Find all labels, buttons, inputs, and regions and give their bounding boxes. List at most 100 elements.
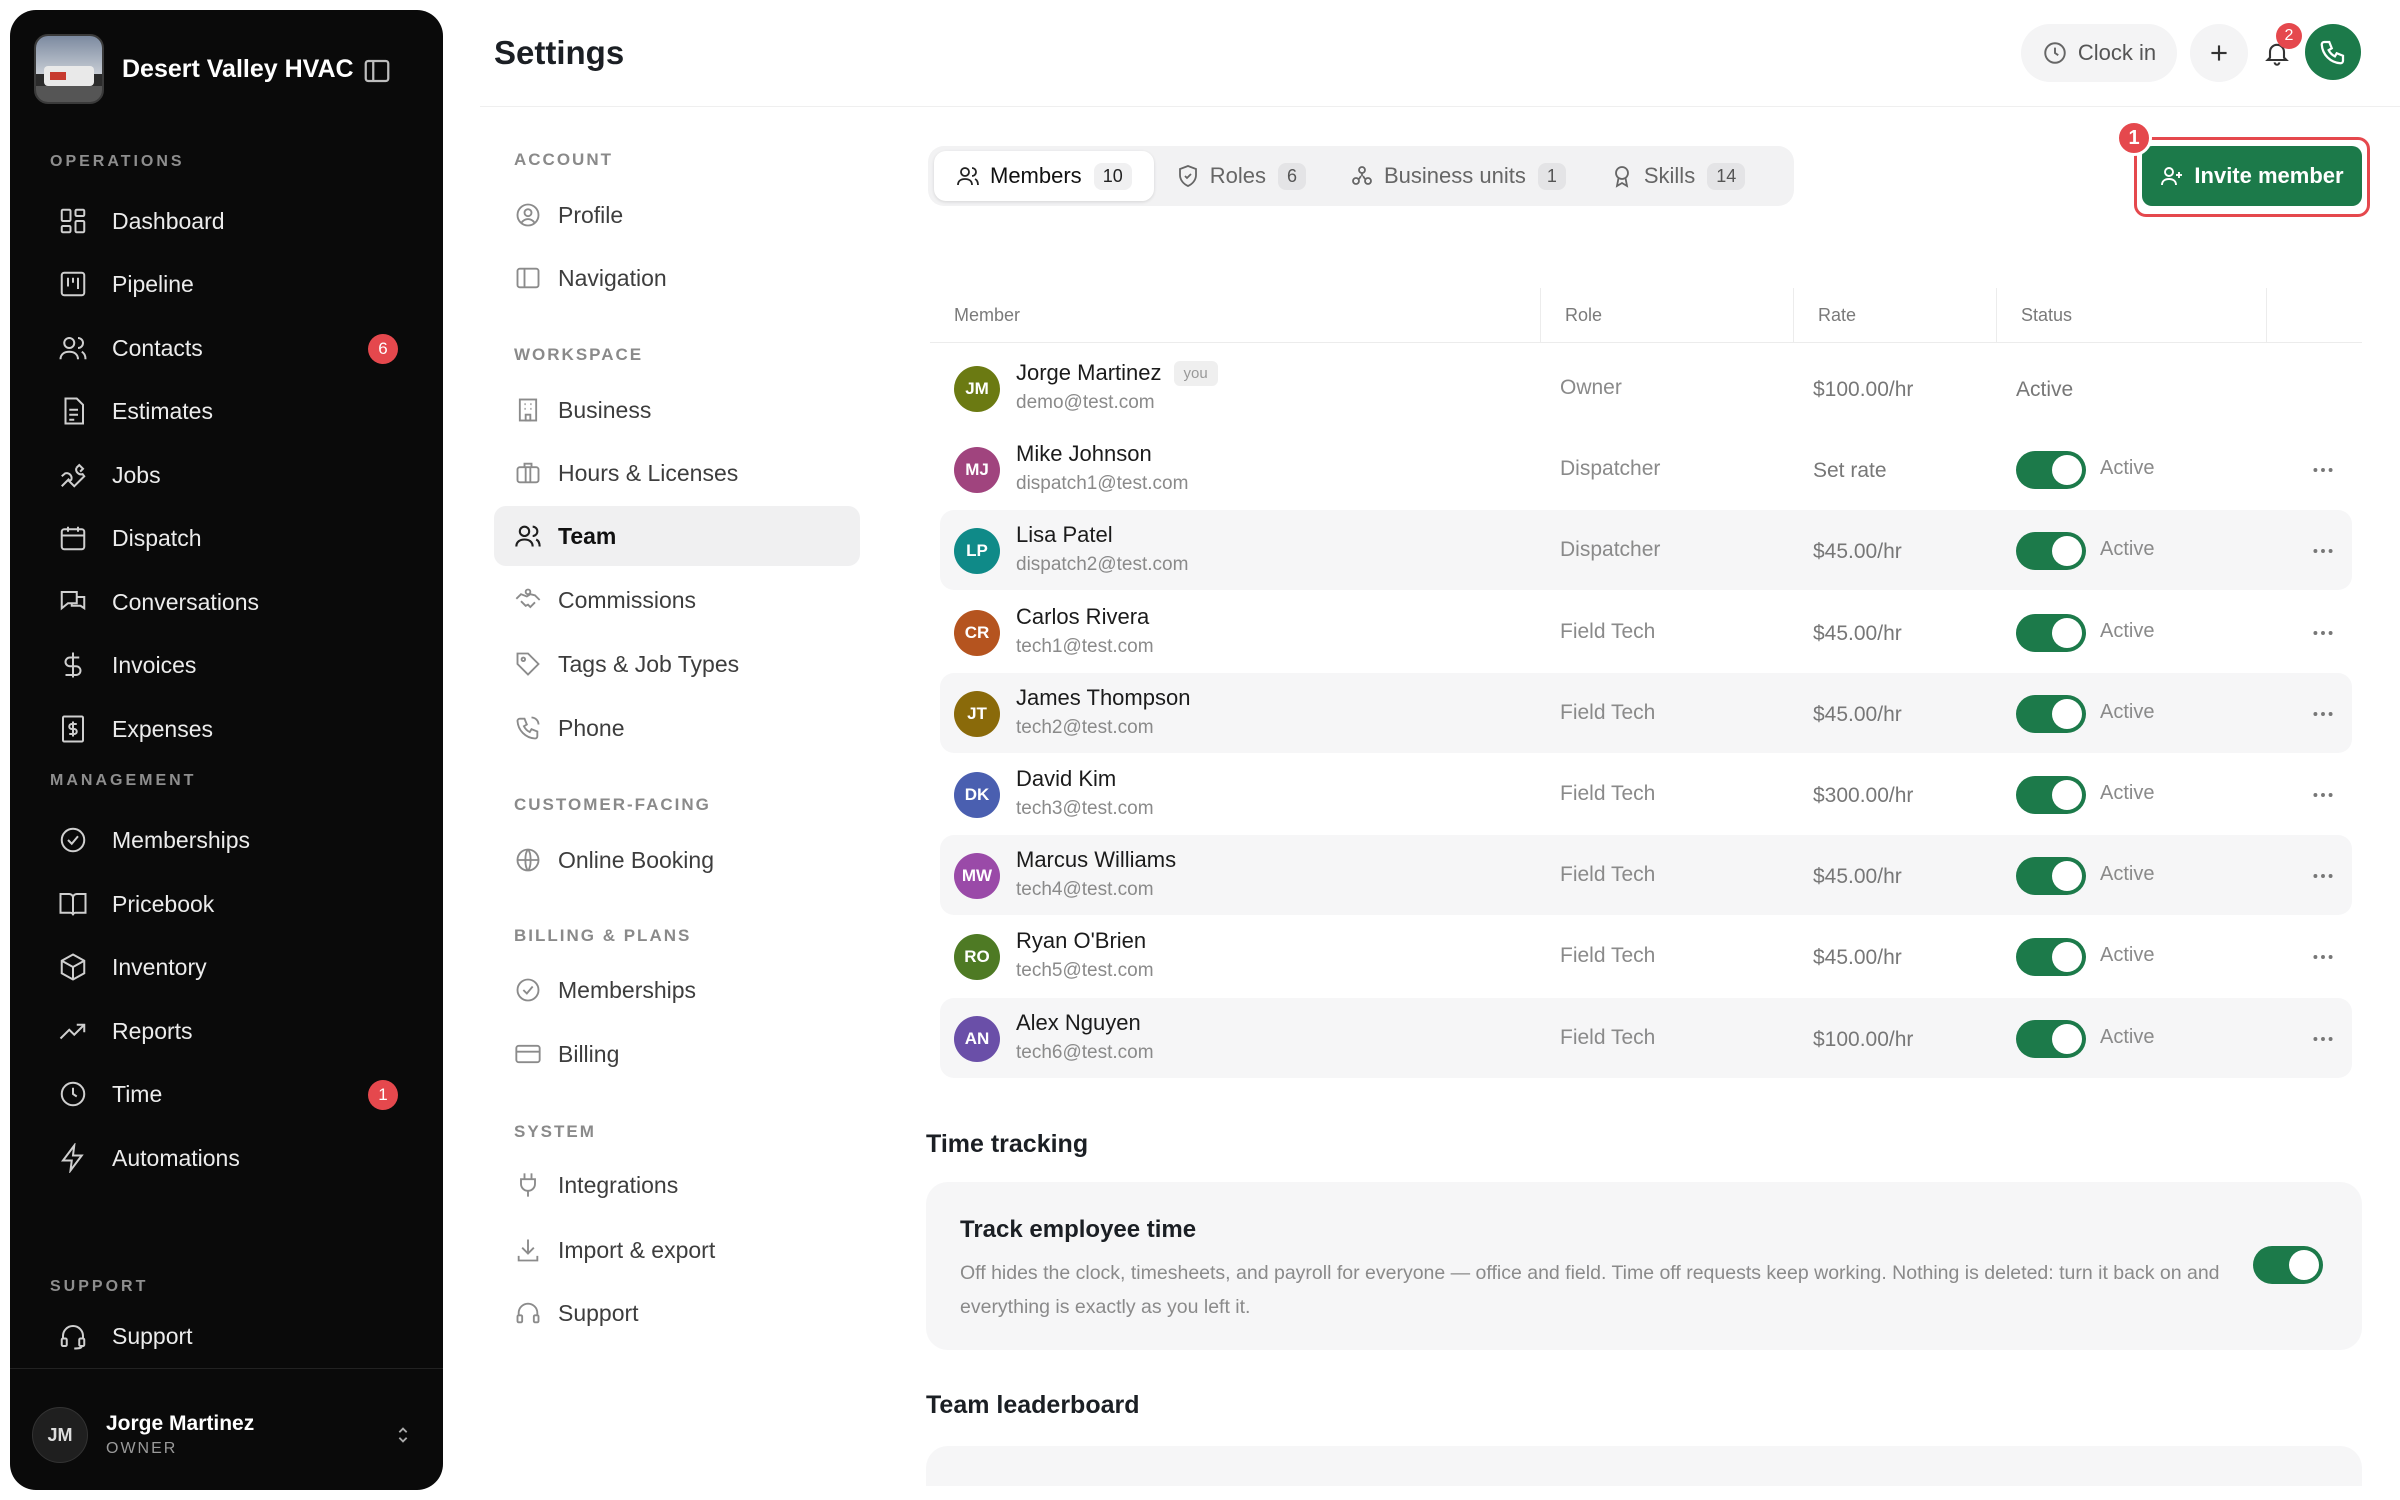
sidebar-item-invoices[interactable]: Invoices: [34, 637, 420, 693]
member-role: Dispatcher: [1560, 457, 1661, 480]
column-header-role[interactable]: Role: [1540, 288, 1793, 342]
settings-section-account: ACCOUNT: [514, 150, 613, 169]
status-toggle[interactable]: [2016, 857, 2086, 895]
table-row[interactable]: RO Ryan O'Brien tech5@test.com Field Tec…: [940, 916, 2352, 996]
sidebar-item-label: Jobs: [112, 461, 161, 488]
member-role: Field Tech: [1560, 944, 1656, 967]
sidebar-item-inventory[interactable]: Inventory: [34, 939, 420, 995]
sidebar-item-label: Dispatch: [112, 524, 202, 551]
sidebar-item-expenses[interactable]: Expenses: [34, 701, 420, 757]
table-row[interactable]: LP Lisa Patel dispatch2@test.com Dispatc…: [940, 510, 2352, 590]
sidebar-item-dispatch[interactable]: Dispatch: [34, 510, 420, 566]
status-toggle[interactable]: [2016, 695, 2086, 733]
sidebar-item-pricebook[interactable]: Pricebook: [34, 876, 420, 932]
member-name: Ryan O'Brien: [1016, 928, 1147, 953]
status-toggle[interactable]: [2016, 938, 2086, 976]
sidebar-item-reports[interactable]: Reports: [34, 1003, 420, 1059]
sidebar-item-time[interactable]: Time 1: [34, 1066, 420, 1122]
settings-section-customer: CUSTOMER-FACING: [514, 795, 711, 814]
settings-item-business[interactable]: Business: [494, 380, 860, 440]
more-icon[interactable]: [2310, 538, 2336, 564]
sidebar-collapse-icon[interactable]: [362, 56, 392, 86]
sidebar-item-estimates[interactable]: Estimates: [34, 383, 420, 439]
settings-item-integrations[interactable]: Integrations: [494, 1155, 860, 1215]
settings-item-tags[interactable]: Tags & Job Types: [494, 634, 860, 694]
member-name: David Kim: [1016, 766, 1117, 791]
table-row[interactable]: AN Alex Nguyen tech6@test.com Field Tech…: [940, 998, 2352, 1078]
settings-item-navigation[interactable]: Navigation: [494, 248, 860, 308]
table-row[interactable]: DK David Kim tech3@test.com Field Tech $…: [940, 754, 2352, 834]
more-icon[interactable]: [2310, 620, 2336, 646]
settings-item-import-export[interactable]: Import & export: [494, 1220, 860, 1280]
tab-count: 1: [1537, 162, 1566, 190]
settings-item-support[interactable]: Support: [494, 1283, 860, 1343]
add-button[interactable]: [2190, 24, 2248, 82]
settings-item-commissions[interactable]: Commissions: [494, 570, 860, 630]
sidebar-item-jobs[interactable]: Jobs: [34, 447, 420, 503]
time-tracking-heading: Time tracking: [926, 1130, 1089, 1158]
more-icon[interactable]: [2310, 701, 2336, 727]
sidebar-item-memberships[interactable]: Memberships: [34, 812, 420, 868]
member-name: Jorge Martinez: [1016, 360, 1162, 385]
settings-item-phone[interactable]: Phone: [494, 698, 860, 758]
avatar: AN: [954, 1016, 1000, 1062]
set-rate-link[interactable]: Set rate: [1813, 459, 1887, 483]
user-role: OWNER: [106, 1440, 178, 1457]
more-icon[interactable]: [2310, 1026, 2336, 1052]
you-badge: you: [1173, 361, 1218, 386]
column-header-rate[interactable]: Rate: [1793, 288, 1996, 342]
settings-item-billing[interactable]: Billing: [494, 1024, 860, 1084]
avatar: LP: [954, 528, 1000, 574]
more-icon[interactable]: [2310, 782, 2336, 808]
column-header-status[interactable]: Status: [1996, 288, 2266, 342]
nav-section-support: SUPPORT: [50, 1278, 149, 1295]
tab-skills[interactable]: Skills 14: [1588, 151, 1767, 201]
settings-item-team[interactable]: Team: [494, 506, 860, 566]
invite-member-button[interactable]: Invite member: [2142, 146, 2362, 206]
table-row[interactable]: MW Marcus Williams tech4@test.com Field …: [940, 835, 2352, 915]
tab-members[interactable]: Members 10: [934, 151, 1154, 201]
tab-label: Skills: [1643, 163, 1696, 188]
tab-roles[interactable]: Roles 6: [1154, 151, 1328, 201]
column-header-member[interactable]: Member: [930, 288, 1540, 342]
member-name: James Thompson: [1016, 685, 1191, 710]
clock-in-button[interactable]: Clock in: [2021, 24, 2177, 82]
tab-business-units[interactable]: Business units 1: [1328, 151, 1588, 201]
member-email: dispatch2@test.com: [1016, 554, 1189, 575]
settings-item-online-booking[interactable]: Online Booking: [494, 830, 860, 890]
settings-item-profile[interactable]: Profile: [494, 185, 860, 245]
status-toggle[interactable]: [2016, 614, 2086, 652]
track-time-toggle[interactable]: [2253, 1246, 2323, 1284]
status-toggle[interactable]: [2016, 451, 2086, 489]
sidebar-item-support[interactable]: Support: [34, 1308, 420, 1364]
settings-item-label: Team: [558, 522, 617, 549]
phone-button[interactable]: [2305, 24, 2361, 80]
settings-item-label: Phone: [558, 714, 625, 741]
more-icon[interactable]: [2310, 944, 2336, 970]
member-email: demo@test.com: [1016, 392, 1155, 413]
status-toggle[interactable]: [2016, 532, 2086, 570]
table-row[interactable]: JM Jorge Martinez you demo@test.com Owner…: [940, 348, 2352, 428]
sidebar-item-pipeline[interactable]: Pipeline: [34, 256, 420, 312]
sidebar-item-conversations[interactable]: Conversations: [34, 574, 420, 630]
member-role: Dispatcher: [1560, 538, 1661, 561]
plus-icon: [2206, 40, 2232, 66]
more-icon[interactable]: [2310, 863, 2336, 889]
settings-item-label: Online Booking: [558, 846, 714, 873]
table-row[interactable]: MJ Mike Johnson dispatch1@test.com Dispa…: [940, 429, 2352, 509]
settings-item-hours[interactable]: Hours & Licenses: [494, 443, 860, 503]
avatar: JM: [954, 366, 1000, 412]
user-menu[interactable]: JM Jorge Martinez OWNER: [32, 1402, 422, 1468]
shield-check-icon: [1176, 164, 1210, 188]
sidebar-item-dashboard[interactable]: Dashboard: [34, 193, 420, 249]
table-row[interactable]: CR Carlos Rivera tech1@test.com Field Te…: [940, 592, 2352, 672]
table-row[interactable]: JT James Thompson tech2@test.com Field T…: [940, 673, 2352, 753]
status-toggle[interactable]: [2016, 1020, 2086, 1058]
member-role: Owner: [1560, 376, 1622, 399]
sidebar-item-contacts[interactable]: Contacts 6: [34, 320, 420, 376]
sidebar-item-automations[interactable]: Automations: [34, 1130, 420, 1186]
status-toggle[interactable]: [2016, 776, 2086, 814]
settings-item-memberships[interactable]: Memberships: [494, 960, 860, 1020]
avatar: RO: [954, 934, 1000, 980]
more-icon[interactable]: [2310, 457, 2336, 483]
